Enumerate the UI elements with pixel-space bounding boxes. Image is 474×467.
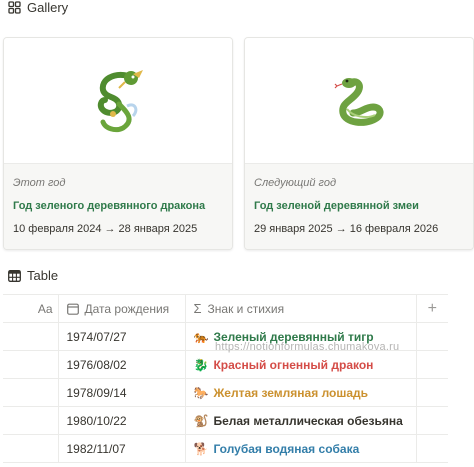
calendar-icon	[66, 303, 79, 315]
column-header-name[interactable]: Aa	[3, 294, 59, 323]
add-column-button[interactable]: +	[416, 294, 448, 323]
card-cover	[4, 38, 232, 164]
zodiac-sign-cell[interactable]: 🐎 Желтая земляная лошадь	[185, 378, 417, 407]
row-name-cell[interactable]	[3, 434, 59, 463]
card-caption: Этот год	[13, 177, 66, 189]
plus-icon: +	[427, 299, 437, 317]
column-title-aa: Aa	[37, 301, 53, 316]
zodiac-animal-icon: 🐒	[193, 413, 209, 428]
dragon-icon	[97, 69, 143, 132]
table-header-row: Aa Дата рождения Σ Знак и стихия +	[3, 294, 448, 323]
zodiac-animal-icon: 🐅	[193, 329, 209, 344]
table-row[interactable]: 1982/11/07 🐕 Голубая водяная собака	[3, 434, 448, 463]
table-title: Table	[27, 268, 59, 283]
snake-icon	[334, 77, 384, 126]
card-title: Год зеленой деревянной змеи	[254, 200, 419, 212]
row-empty-cell	[416, 406, 448, 435]
row-name-cell[interactable]	[3, 350, 59, 379]
gallery-icon	[8, 1, 21, 14]
zodiac-animal-icon: 🐎	[193, 385, 209, 400]
gallery-view-header[interactable]: Gallery	[8, 0, 68, 15]
row-name-cell[interactable]	[3, 378, 59, 407]
table-view-header[interactable]: Table	[8, 268, 58, 283]
birth-date-cell[interactable]: 1976/08/02	[58, 350, 186, 379]
gallery-card-this-year[interactable]: Этот год Год зеленого деревянного дракон…	[3, 37, 233, 250]
row-name-cell[interactable]	[3, 406, 59, 435]
zodiac-sign-cell[interactable]: 🐅 Зеленый деревянный тигр	[185, 322, 417, 351]
row-empty-cell	[416, 378, 448, 407]
column-header-date[interactable]: Дата рождения	[58, 294, 186, 323]
zodiac-animal-icon: 🐉	[193, 357, 209, 372]
column-title-date: Дата рождения	[84, 301, 170, 316]
card-title: Год зеленого деревянного дракона	[13, 200, 206, 212]
zodiac-sign-text: Красный огненный дракон	[213, 357, 374, 372]
zodiac-sign-text: Голубая водяная собака	[213, 441, 360, 456]
card-dates: 29 января 2025 → 16 февраля 2026	[254, 223, 439, 235]
gallery-card-next-year[interactable]: Следующий год Год зеленой деревянной зме…	[244, 37, 474, 250]
zodiac-sign-cell[interactable]: 🐒 Белая металлическая обезьяна	[185, 406, 417, 435]
row-empty-cell	[416, 322, 448, 351]
formula-sigma-icon: Σ	[193, 301, 202, 316]
table-row[interactable]: 1974/07/27 🐅 Зеленый деревянный тигр	[3, 322, 448, 351]
zodiac-animal-icon: 🐕	[193, 441, 209, 456]
zodiac-sign-cell[interactable]: 🐕 Голубая водяная собака	[185, 434, 417, 463]
zodiac-sign-cell[interactable]: 🐉 Красный огненный дракон	[185, 350, 417, 379]
zodiac-sign-text: Белая металлическая обезьяна	[213, 413, 403, 428]
card-body: Следующий год Год зеленой деревянной зме…	[245, 164, 473, 249]
zodiac-sign-text: Зеленый деревянный тигр	[213, 329, 374, 344]
card-body: Этот год Год зеленого деревянного дракон…	[4, 164, 232, 249]
row-empty-cell	[416, 434, 448, 463]
column-header-sign[interactable]: Σ Знак и стихия	[185, 294, 417, 323]
database-table: Aa Дата рождения Σ Знак и стихия + 1974/…	[3, 294, 448, 463]
birth-date-cell[interactable]: 1974/07/27	[58, 322, 186, 351]
birth-date-cell[interactable]: 1978/09/14	[58, 378, 186, 407]
table-icon	[8, 269, 21, 282]
table-row[interactable]: 1980/10/22 🐒 Белая металлическая обезьяна	[3, 406, 448, 435]
gallery-title: Gallery	[27, 0, 69, 15]
card-cover	[245, 38, 473, 164]
zodiac-sign-text: Желтая земляная лошадь	[213, 385, 369, 400]
column-title-sign: Знак и стихия	[207, 301, 285, 316]
birth-date-cell[interactable]: 1980/10/22	[58, 406, 186, 435]
row-empty-cell	[416, 350, 448, 379]
card-dates: 10 февраля 2024 → 28 января 2025	[13, 223, 198, 235]
table-row[interactable]: 1976/08/02 🐉 Красный огненный дракон	[3, 350, 448, 379]
card-caption: Следующий год	[254, 177, 337, 189]
birth-date-cell[interactable]: 1982/11/07	[58, 434, 186, 463]
table-row[interactable]: 1978/09/14 🐎 Желтая земляная лошадь	[3, 378, 448, 407]
row-name-cell[interactable]	[3, 322, 59, 351]
